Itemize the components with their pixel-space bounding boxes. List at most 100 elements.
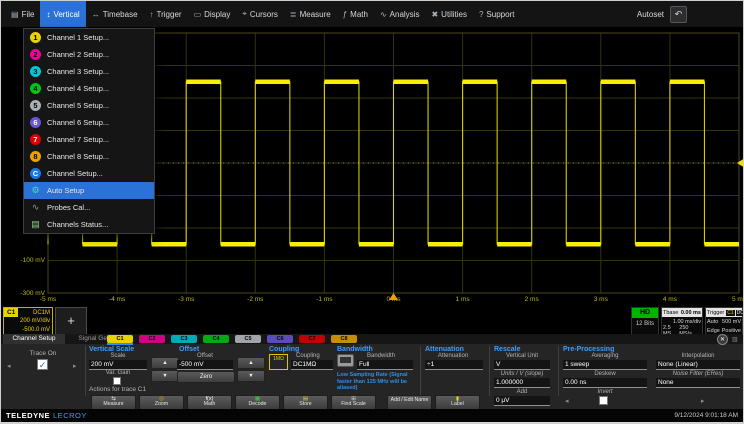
x-axis-label: -4 ms xyxy=(102,296,132,303)
menu-item-probes-cal[interactable]: ∿Probes Cal... xyxy=(24,199,154,216)
dock-icon[interactable]: ▥ xyxy=(732,336,738,343)
preproc-next-arrow[interactable]: ▸ xyxy=(701,397,705,405)
channel-c1-descriptor[interactable]: C1 DC1M 200 mV/div -500.0 mV xyxy=(3,307,53,335)
find-scale-button[interactable]: ⊞Find Scale xyxy=(331,395,376,410)
menu-vertical[interactable]: ↕Vertical xyxy=(40,1,85,27)
menu-timebase[interactable]: ↔Timebase xyxy=(86,1,144,27)
menu-item-channel-6-setup[interactable]: 6Channel 6 Setup... xyxy=(24,114,154,131)
channel-6-badge-icon: 6 xyxy=(30,117,41,128)
menu-analysis[interactable]: ∿Analysis xyxy=(374,1,426,27)
channel-1-badge-icon: 1 xyxy=(30,32,41,43)
display-icon: ▭ xyxy=(194,10,202,19)
channel-pill-c6[interactable]: C6 xyxy=(267,335,293,343)
scale-decrement-button[interactable]: ▼ xyxy=(151,370,179,382)
deskew-label: Deskew xyxy=(563,371,647,377)
undo-autoset-icon[interactable]: ↶ xyxy=(670,6,687,23)
attenuation-dropdown[interactable]: ÷1 xyxy=(425,360,483,370)
menu-item-channel-setup[interactable]: CChannel Setup... xyxy=(24,165,154,182)
deskew-field[interactable]: 0.00 ns xyxy=(563,378,647,388)
c1-chip: C1 xyxy=(4,308,18,317)
low-sampling-rate-warning: Low Sampling Rate (Signal faster than 12… xyxy=(337,372,417,392)
channel-pill-c5[interactable]: C5 xyxy=(235,335,261,343)
timebase-descriptor[interactable]: Tbase 0.00 ms 1.00 ms/div 2.5 MS 250 MS/… xyxy=(661,307,703,335)
menu-item-label: Channel 8 Setup... xyxy=(47,152,109,161)
channel-2-badge-icon: 2 xyxy=(30,49,41,60)
channel-pill-c3[interactable]: C3 xyxy=(171,335,197,343)
units-per-v-field[interactable]: 1.000000 xyxy=(494,378,550,388)
add-trace-button[interactable]: + xyxy=(55,307,87,335)
add-field[interactable]: 0 μV xyxy=(494,396,550,406)
math-button[interactable]: f(x)Math xyxy=(187,395,232,410)
offset-decrement-button[interactable]: ▼ xyxy=(237,370,265,382)
menu-item-label: Channel Setup... xyxy=(47,169,103,178)
units-per-v-label: Units / V (slope) xyxy=(494,371,550,377)
channel-setup-dialog: Channel Setup Signal Generator C1C2C3C4C… xyxy=(1,334,743,409)
menu-item-channel-3-setup[interactable]: 3Channel 3 Setup... xyxy=(24,63,154,80)
c1-scale: 200 mV/div xyxy=(4,317,52,326)
preproc-prev-arrow[interactable]: ◂ xyxy=(565,397,569,405)
offset-field[interactable]: -500 mV xyxy=(177,360,233,370)
trigger-descriptor[interactable]: Trigger C1 DC Auto 500 mV Edge Positive xyxy=(705,307,743,335)
channel-pill-c4[interactable]: C4 xyxy=(203,335,229,343)
channel-5-badge-icon: 5 xyxy=(30,100,41,111)
scale-field[interactable]: 200 mV xyxy=(89,360,147,370)
menu-item-channels-status[interactable]: ▤Channels Status... xyxy=(24,216,154,233)
vertical-unit-field[interactable]: V xyxy=(494,360,550,370)
coupling-dropdown[interactable]: DC1MΩ xyxy=(291,360,333,370)
scale-increment-button[interactable]: ▲ xyxy=(151,357,179,369)
timebase-position: 0.00 ms xyxy=(681,310,701,316)
trigger-mode: Auto xyxy=(707,319,718,325)
bandwidth-dropdown[interactable]: Full xyxy=(357,360,413,370)
zoom-button[interactable]: ◎Zoom xyxy=(139,395,184,410)
channel-pill-c1[interactable]: C1 xyxy=(107,335,133,343)
preprocessing-header: Pre-Processing xyxy=(563,346,614,353)
menu-math[interactable]: ƒMath xyxy=(337,1,374,27)
prev-trace-arrow[interactable]: ◂ xyxy=(7,362,11,370)
menu-item-label: Cursors xyxy=(250,10,278,19)
channel-pill-c2[interactable]: C2 xyxy=(139,335,165,343)
close-dialog-button[interactable]: ✕ xyxy=(717,334,728,345)
decode-button[interactable]: ▦Decode xyxy=(235,395,280,410)
menu-item-channel-5-setup[interactable]: 5Channel 5 Setup... xyxy=(24,97,154,114)
hd-bits: 12 Bits xyxy=(632,318,658,327)
menu-cursors[interactable]: ⌖Cursors xyxy=(236,1,284,27)
menu-item-channel-4-setup[interactable]: 4Channel 4 Setup... xyxy=(24,80,154,97)
var-gain-label: Var. Gain xyxy=(89,370,147,376)
tab-channel-setup[interactable]: Channel Setup xyxy=(3,334,65,344)
channel-pill-c8[interactable]: C8 xyxy=(331,335,357,343)
offset-header: Offset xyxy=(179,346,199,353)
hd-mode-descriptor[interactable]: HD 12 Bits xyxy=(631,307,659,335)
oscilloscope-app: 1.3 V1.1 V900 mV700 mV500 mV300 mV100 mV… xyxy=(0,0,744,424)
menu-item-channel-8-setup[interactable]: 8Channel 8 Setup... xyxy=(24,148,154,165)
zero-offset-button[interactable]: Zero xyxy=(177,371,235,383)
invert-checkbox[interactable] xyxy=(599,396,608,405)
averaging-field[interactable]: 1 sweep xyxy=(563,360,647,370)
menu-utilities[interactable]: ✖Utilities xyxy=(425,1,472,27)
x-axis-label: -2 ms xyxy=(240,296,270,303)
averaging-label: Averaging xyxy=(563,353,647,359)
add-edit-name-button[interactable]: Add / Edit Name xyxy=(387,395,432,410)
menu-item-channel-7-setup[interactable]: 7Channel 7 Setup... xyxy=(24,131,154,148)
noise-filter-field[interactable]: None xyxy=(656,378,740,388)
label-button[interactable]: ▮Label xyxy=(435,395,480,410)
offset-increment-button[interactable]: ▲ xyxy=(237,357,265,369)
menu-display[interactable]: ▭Display xyxy=(188,1,237,27)
menu-item-channel-1-setup[interactable]: 1Channel 1 Setup... xyxy=(24,29,154,46)
channel-pill-c7[interactable]: C7 xyxy=(299,335,325,343)
var-gain-checkbox[interactable] xyxy=(113,377,121,385)
menu-item-channel-2-setup[interactable]: 2Channel 2 Setup... xyxy=(24,46,154,63)
x-axis-label: -3 ms xyxy=(171,296,201,303)
menu-file[interactable]: ▤File xyxy=(5,1,40,27)
measure-button[interactable]: ⇆Measure xyxy=(91,395,136,410)
support-icon: ? xyxy=(479,10,483,19)
menu-support[interactable]: ?Support xyxy=(473,1,520,27)
menu-trigger[interactable]: ↑Trigger xyxy=(144,1,188,27)
next-trace-arrow[interactable]: ▸ xyxy=(73,362,77,370)
store-button[interactable]: ▤Store xyxy=(283,395,328,410)
menu-item-auto-setup[interactable]: ⚙Auto Setup xyxy=(24,182,154,199)
trace-on-checkbox[interactable]: ✓ xyxy=(37,359,48,370)
interpolation-field[interactable]: None (Linear) xyxy=(656,360,740,370)
autoset-button[interactable]: Autoset xyxy=(637,10,664,19)
menu-measure[interactable]: ≣Measure xyxy=(284,1,337,27)
channel-3-badge-icon: 3 xyxy=(30,66,41,77)
